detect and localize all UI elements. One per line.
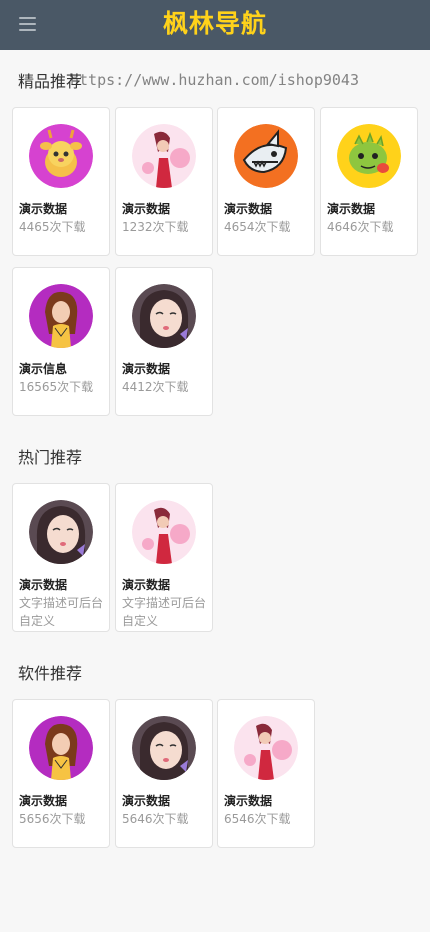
app-card-downloads: 6546次下载 bbox=[224, 812, 291, 826]
girl-portrait-avatar-icon bbox=[132, 716, 196, 780]
app-card[interactable]: 演示数据 6546次下载 bbox=[217, 699, 315, 848]
app-card-downloads: 4465次下载 bbox=[19, 220, 86, 234]
app-card-description: 文字描述可后台自定义 bbox=[19, 596, 104, 628]
app-card-downloads: 4412次下载 bbox=[122, 380, 189, 394]
app-card[interactable]: 演示信息 16565次下载 bbox=[12, 267, 110, 416]
girl-portrait-avatar-icon bbox=[132, 284, 196, 348]
app-card[interactable]: 演示数据 5656次下载 bbox=[12, 699, 110, 848]
app-card-title: 演示信息 bbox=[19, 362, 68, 376]
watermark-text: https://www.huzhan.com/ishop9043 bbox=[70, 71, 359, 89]
app-card-title: 演示数据 bbox=[122, 202, 171, 216]
app-card-title: 演示数据 bbox=[122, 578, 171, 592]
section-title-software: 软件推荐 bbox=[18, 664, 83, 683]
app-card-title: 演示数据 bbox=[224, 202, 273, 216]
woman-red-dress-avatar-icon bbox=[132, 124, 196, 188]
woman-red-dress-avatar-icon bbox=[234, 716, 298, 780]
section-title-hot: 热门推荐 bbox=[18, 448, 83, 467]
cartoon-shark-avatar-icon bbox=[234, 124, 298, 188]
top-bar: 枫林导航 bbox=[0, 0, 430, 50]
app-card[interactable]: 演示数据 5646次下载 bbox=[115, 699, 213, 848]
app-card-description: 文字描述可后台自定义 bbox=[122, 596, 207, 628]
app-card[interactable]: 演示数据 文字描述可后台自定义 bbox=[12, 483, 110, 632]
app-card[interactable]: 演示数据 文字描述可后台自定义 bbox=[115, 483, 213, 632]
app-card[interactable]: 演示数据 1232次下载 bbox=[115, 107, 213, 256]
app-card-downloads: 16565次下载 bbox=[19, 380, 94, 394]
woman-purple-avatar-icon bbox=[29, 284, 93, 348]
app-card-title: 演示数据 bbox=[327, 202, 376, 216]
deer-avatar-icon bbox=[29, 124, 93, 188]
app-card-title: 演示数据 bbox=[224, 794, 273, 808]
woman-purple-avatar-icon bbox=[29, 716, 93, 780]
section-title-featured: 精品推荐 bbox=[18, 72, 83, 91]
app-card-title: 演示数据 bbox=[122, 362, 171, 376]
green-dragon-avatar-icon bbox=[337, 124, 401, 188]
app-card-downloads: 5656次下载 bbox=[19, 812, 86, 826]
app-card[interactable]: 演示数据 4654次下载 bbox=[217, 107, 315, 256]
app-title: 枫林导航 bbox=[162, 9, 267, 38]
app-card-downloads: 4654次下载 bbox=[224, 220, 291, 234]
app-card-title: 演示数据 bbox=[19, 794, 68, 808]
app-card[interactable]: 演示数据 4412次下载 bbox=[115, 267, 213, 416]
app-card-downloads: 5646次下载 bbox=[122, 812, 189, 826]
app-card-downloads: 4646次下载 bbox=[327, 220, 394, 234]
app-card-title: 演示数据 bbox=[19, 578, 68, 592]
woman-red-dress-avatar-icon bbox=[132, 500, 196, 564]
app-card-downloads: 1232次下载 bbox=[122, 220, 189, 234]
app-card-title: 演示数据 bbox=[122, 794, 171, 808]
girl-portrait-avatar-icon bbox=[29, 500, 93, 564]
app-card-title: 演示数据 bbox=[19, 202, 68, 216]
app-card[interactable]: 演示数据 4465次下载 bbox=[12, 107, 110, 256]
app-card[interactable]: 演示数据 4646次下载 bbox=[320, 107, 418, 256]
